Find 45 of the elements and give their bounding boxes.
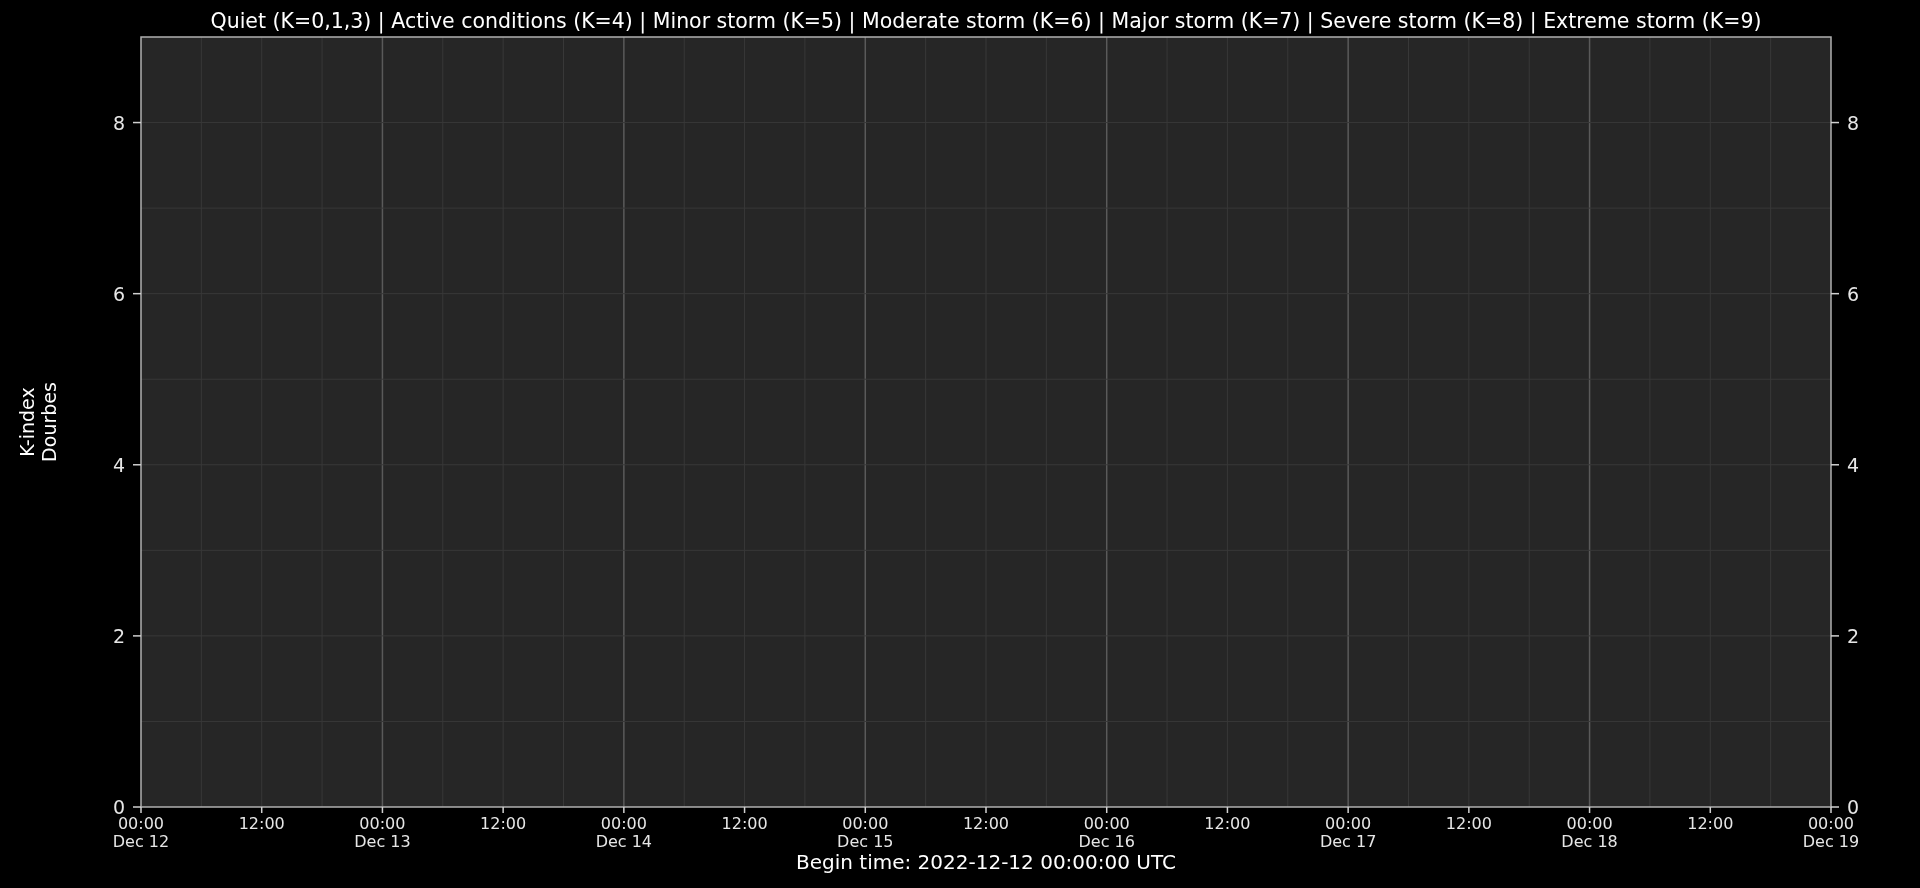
tick-mark: [1830, 292, 1840, 295]
y-tick-label: 8: [112, 111, 125, 134]
tick-mark: [132, 464, 142, 466]
tick-mark: [985, 806, 987, 814]
chart-title: Quiet (K=0,1,3) | Active conditions (K=4) | Minor storm (K=5) | Moderate storm (K=6) | Major storm (K=7) | Severe storm (K=8) | Extreme storm (K=9): [210, 9, 1762, 33]
x-tick-label: 00:00 Dec 13: [354, 814, 411, 851]
x-tick-label: 00:00 Dec 14: [595, 814, 653, 851]
x-tick-label: 12:00: [962, 814, 1010, 833]
y-tick-label: 2: [1847, 624, 1860, 647]
x-tick-label: 00:00 Dec 17: [1319, 814, 1377, 851]
y-tick-label: 6: [1847, 282, 1860, 305]
y-tick-label: 4: [112, 453, 125, 476]
tick-mark: [743, 806, 746, 814]
x-tick-label: 00:00 Dec 18: [1561, 814, 1618, 851]
x-tick-label: 00:00 Dec 15: [837, 814, 894, 851]
tick-mark: [1830, 464, 1840, 466]
tick-mark: [1709, 806, 1712, 814]
tick-mark: [1830, 121, 1840, 124]
tick-mark: [1347, 806, 1349, 814]
y-tick-label: 2: [112, 624, 125, 647]
tick-mark: [1226, 806, 1229, 814]
x-axis-title: Begin time: 2022-12-12 00:00:00 UTC: [796, 850, 1176, 874]
y-tick-label: 4: [1847, 453, 1860, 476]
x-tick-label: 12:00: [238, 814, 285, 833]
tick-mark: [1588, 806, 1591, 814]
y-axis-title: K-index Dourbes: [16, 382, 60, 462]
tick-mark: [260, 806, 263, 814]
tick-mark: [864, 806, 867, 814]
tick-mark: [623, 806, 625, 814]
tick-mark: [1468, 806, 1470, 814]
x-tick-label: 12:00: [1687, 814, 1734, 833]
x-tick-label: 12:00: [721, 814, 768, 833]
tick-mark: [132, 635, 142, 637]
tick-mark: [1830, 635, 1840, 637]
x-tick-label: 12:00: [1445, 814, 1492, 833]
y-tick-label: 6: [112, 282, 125, 305]
tick-mark: [132, 121, 142, 124]
x-tick-label: 00:00 Dec 16: [1078, 814, 1135, 851]
tick-mark: [502, 806, 504, 814]
x-tick-label: 12:00: [480, 814, 527, 833]
tick-mark: [1105, 806, 1108, 814]
tick-mark: [132, 292, 142, 295]
y-tick-label: 8: [1847, 111, 1860, 134]
tick-mark: [381, 806, 384, 814]
x-tick-label: 12:00: [1204, 814, 1251, 833]
